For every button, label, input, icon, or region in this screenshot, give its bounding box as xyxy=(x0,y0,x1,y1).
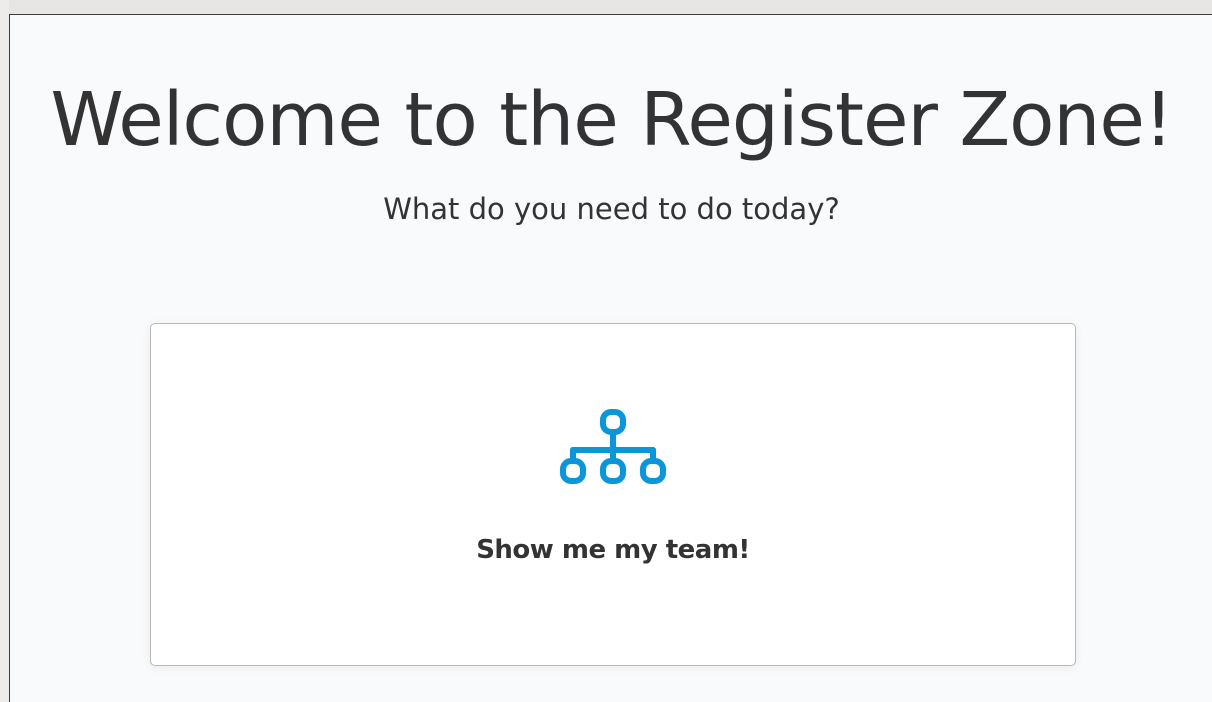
window-backdrop-top xyxy=(0,0,1212,14)
window-backdrop-left xyxy=(0,0,9,702)
register-zone-panel: Welcome to the Register Zone! What do yo… xyxy=(9,14,1212,702)
show-my-team-card[interactable]: Show me my team! xyxy=(150,323,1076,666)
org-chart-icon xyxy=(560,409,666,484)
page-subtitle: What do you need to do today? xyxy=(383,192,840,226)
show-my-team-label: Show me my team! xyxy=(476,535,750,565)
page-title: Welcome to the Register Zone! xyxy=(50,77,1173,163)
